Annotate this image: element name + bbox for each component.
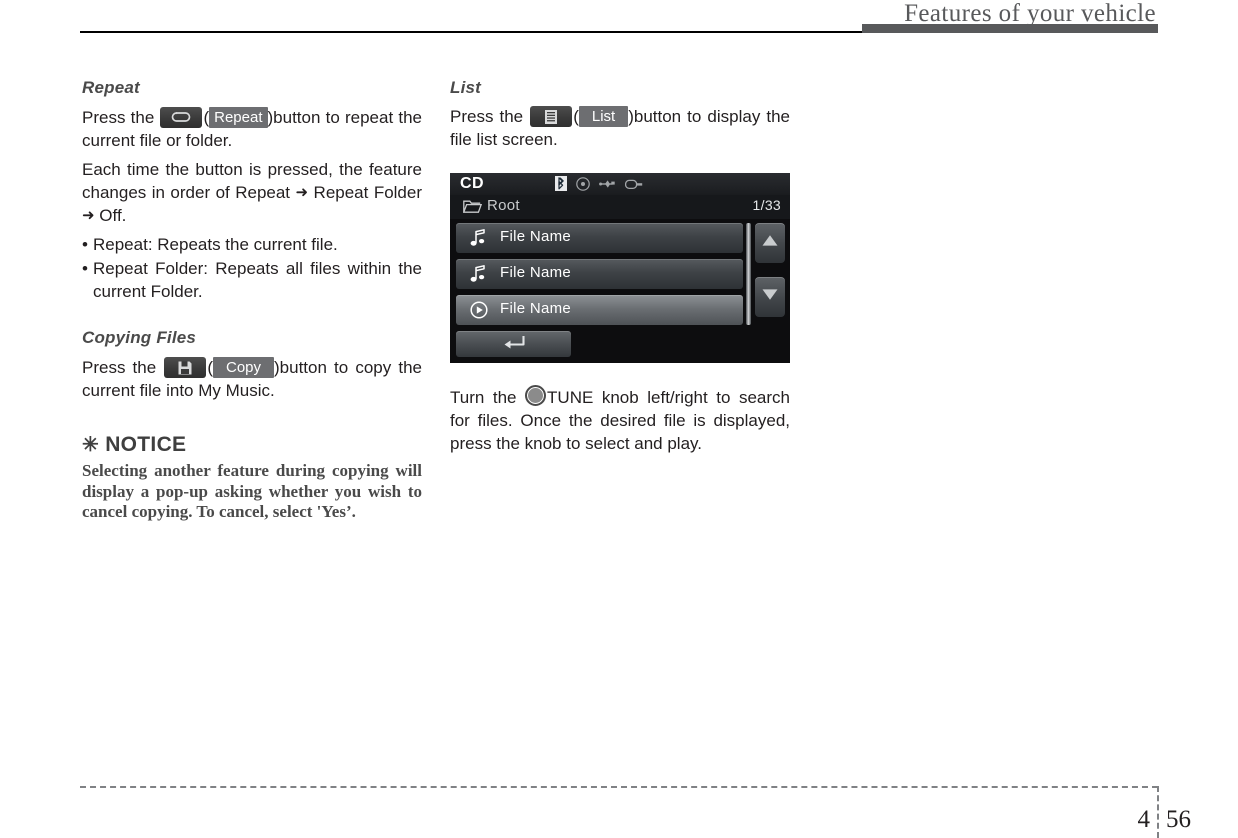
repeat-modes-list: Repeat: Repeats the current file. Repeat… (82, 233, 422, 303)
arrow-down-icon (762, 288, 779, 306)
cd-screen-topbar: CD (450, 173, 790, 195)
arrow-right-icon-1: ➜ (295, 184, 309, 201)
copying-instruction-pre: Press the (82, 358, 164, 377)
footer-divider-vertical (1157, 786, 1159, 838)
tune-knob-icon (525, 385, 547, 406)
cd-source-title: CD (460, 175, 485, 192)
table-row[interactable]: File Name (456, 259, 743, 289)
table-row[interactable]: File Name (456, 295, 743, 325)
music-note-icon (470, 229, 486, 252)
header-rule-thick (862, 24, 1158, 33)
copy-button-label[interactable]: Copy (212, 357, 275, 378)
cd-path-label: Root (487, 197, 520, 214)
repeat-order-paragraph: Each time the button is pressed, the fea… (82, 158, 422, 227)
copying-instruction-paragraph: Press the (Copy)button to copy the curre… (82, 356, 422, 402)
tune-instruction-pre: Turn the (450, 388, 526, 407)
list-item: Repeat: Repeats the current file. (82, 233, 422, 256)
bluetooth-icon (555, 176, 567, 196)
repeat-heading: Repeat (82, 78, 140, 97)
list-instruction-paragraph: Press the (List)button to display the fi… (450, 105, 790, 151)
cd-file-list-screen: CD Root 1/33 File Name File Name File Na… (450, 173, 790, 363)
usb-icon (599, 177, 616, 195)
repeat-order-c: Off. (94, 206, 127, 225)
scroll-up-button[interactable] (755, 223, 785, 263)
footer-chapter-number: 4 (1137, 806, 1151, 833)
tune-instruction-paragraph: Turn the TUNE knob left/right to search … (450, 385, 790, 455)
footer-divider-horizontal (80, 786, 1158, 788)
back-button[interactable] (456, 331, 571, 357)
notice-block: ✳ NOTICE Selecting another feature durin… (82, 432, 422, 523)
list-instruction-pre: Press the (450, 107, 530, 126)
repeat-order-b: Repeat Folder (308, 183, 423, 202)
scrollbar[interactable] (746, 223, 751, 325)
scroll-down-button[interactable] (755, 277, 785, 317)
asterisk-icon: ✳ (82, 434, 100, 456)
left-column: Repeat Press the (Repeat)button to repea… (82, 78, 422, 523)
file-name-label: File Name (500, 228, 572, 245)
status-icon-group (555, 176, 643, 196)
file-name-label: File Name (500, 264, 572, 281)
back-arrow-icon (503, 334, 525, 355)
notice-heading: ✳ NOTICE (82, 432, 422, 457)
notice-body-text: Selecting another feature during copying… (82, 461, 422, 521)
arrow-right-icon-2: ➜ (82, 207, 95, 224)
arrow-up-icon (762, 234, 779, 252)
list-button-label[interactable]: List (578, 106, 629, 127)
tune-instruction-block: Turn the TUNE knob left/right to search … (450, 385, 790, 455)
repeat-loop-icon (160, 107, 203, 128)
save-floppy-icon (164, 357, 207, 378)
page-header: Features of your vehicle (0, 0, 1238, 40)
cd-path-bar: Root 1/33 (450, 195, 790, 219)
copying-files-heading: Copying Files (82, 328, 197, 347)
cd-page-count: 1/33 (752, 197, 781, 213)
footer-page-number: 56 (1166, 806, 1191, 833)
file-name-label: File Name (500, 300, 572, 317)
music-note-icon (470, 265, 486, 288)
folder-icon (462, 199, 483, 219)
right-column: List Press the (List)button to display t… (450, 78, 790, 157)
play-circle-icon (470, 301, 488, 324)
notice-heading-text: NOTICE (105, 433, 187, 456)
table-row[interactable]: File Name (456, 223, 743, 253)
aux-jack-icon (624, 177, 643, 195)
list-document-icon (530, 106, 573, 127)
repeat-button-label[interactable]: Repeat (209, 107, 268, 128)
list-item: Repeat Folder: Repeats all files within … (82, 257, 422, 303)
disc-icon (576, 176, 590, 196)
repeat-instruction-paragraph: Press the (Repeat)button to repeat the c… (82, 106, 422, 152)
list-heading: List (450, 78, 482, 97)
repeat-instruction-pre: Press the (82, 108, 160, 127)
